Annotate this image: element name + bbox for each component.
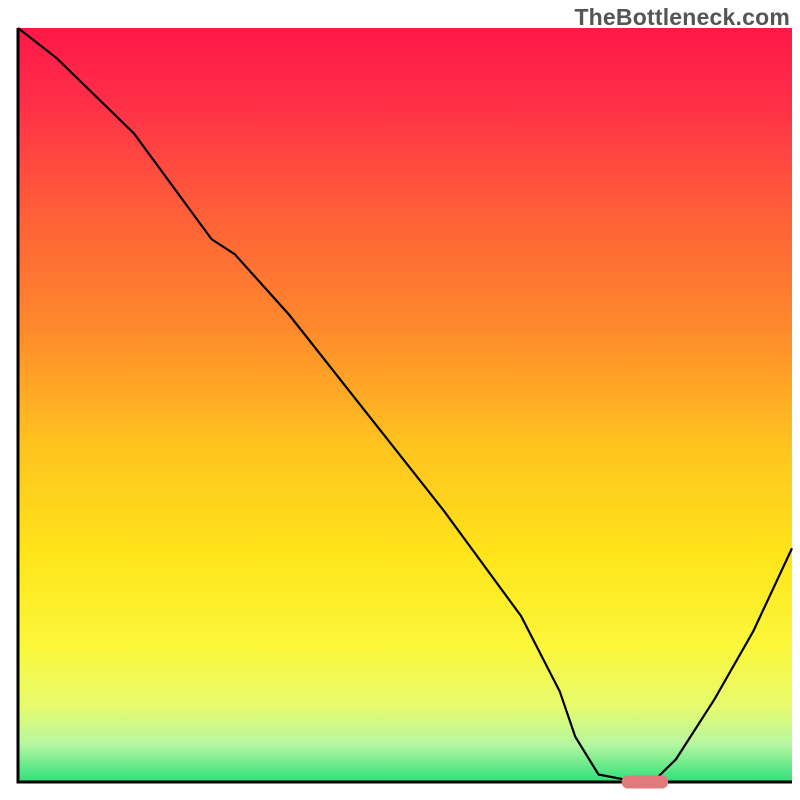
gradient-background (18, 28, 792, 782)
watermark-text: TheBottleneck.com (574, 4, 790, 31)
optimum-marker (622, 776, 668, 789)
chart-container: TheBottleneck.com (0, 0, 800, 800)
bottleneck-curve-chart (0, 0, 800, 800)
